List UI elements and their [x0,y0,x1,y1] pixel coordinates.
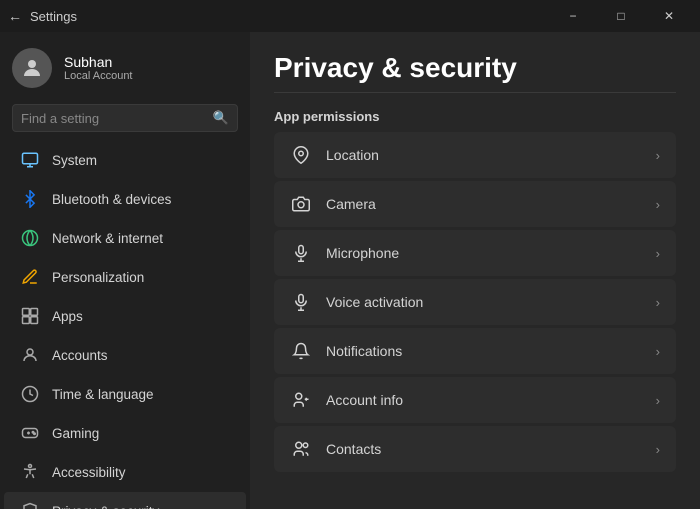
search-input[interactable] [21,111,207,126]
gaming-icon [20,423,40,443]
chevron-camera-icon: › [656,197,660,212]
privacy-icon [20,501,40,509]
sidebar-item-system[interactable]: System [4,141,246,179]
settings-item-left-location: Location [290,144,379,166]
chevron-contacts-icon: › [656,442,660,457]
sidebar: Subhan Local Account 🔍 System Bluetooth … [0,32,250,509]
settings-list: Location › Camera › Microphone › Voice a… [274,132,676,472]
sidebar-item-gaming[interactable]: Gaming [4,414,246,452]
notifications-settings-icon [290,340,312,362]
accounts-icon [20,345,40,365]
section-label: App permissions [274,109,676,124]
settings-item-microphone[interactable]: Microphone › [274,230,676,276]
location-settings-icon [290,144,312,166]
bluetooth-icon [20,189,40,209]
sidebar-item-label-privacy: Privacy & security [52,504,159,509]
accessibility-icon [20,462,40,482]
title-bar-controls: − □ ✕ [550,0,692,32]
title-bar-left: ← Settings [8,8,77,24]
settings-item-voice[interactable]: Voice activation › [274,279,676,325]
nav-list: System Bluetooth & devices Network & int… [0,140,250,509]
sidebar-item-label-bluetooth: Bluetooth & devices [52,192,171,207]
personalization-icon [20,267,40,287]
settings-item-left-accountinfo: Account info [290,389,403,411]
sidebar-item-privacy[interactable]: Privacy & security [4,492,246,509]
sidebar-item-label-gaming: Gaming [52,426,99,441]
page-title: Privacy & security [274,52,676,84]
settings-item-left-voice: Voice activation [290,291,423,313]
profile-subtitle: Local Account [64,70,133,82]
settings-item-left-contacts: Contacts [290,438,381,460]
sidebar-item-label-accessibility: Accessibility [52,465,126,480]
chevron-location-icon: › [656,148,660,163]
profile-info: Subhan Local Account [64,54,133,82]
settings-item-label-notifications: Notifications [326,343,402,359]
camera-settings-icon [290,193,312,215]
sidebar-item-accounts[interactable]: Accounts [4,336,246,374]
back-button[interactable]: ← [8,8,22,24]
sidebar-item-label-accounts: Accounts [52,348,108,363]
chevron-notifications-icon: › [656,344,660,359]
sidebar-item-label-personalization: Personalization [52,270,144,285]
settings-item-label-accountinfo: Account info [326,392,403,408]
system-icon [20,150,40,170]
settings-item-label-camera: Camera [326,196,376,212]
microphone-settings-icon [290,242,312,264]
sidebar-item-apps[interactable]: Apps [4,297,246,335]
chevron-accountinfo-icon: › [656,393,660,408]
settings-item-location[interactable]: Location › [274,132,676,178]
app-body: Subhan Local Account 🔍 System Bluetooth … [0,32,700,509]
apps-icon [20,306,40,326]
profile-name: Subhan [64,54,133,70]
sidebar-item-accessibility[interactable]: Accessibility [4,453,246,491]
sidebar-item-network[interactable]: Network & internet [4,219,246,257]
sidebar-item-label-network: Network & internet [52,231,163,246]
chevron-voice-icon: › [656,295,660,310]
avatar [12,48,52,88]
sidebar-item-time[interactable]: Time & language [4,375,246,413]
close-button[interactable]: ✕ [646,0,692,32]
search-icon: 🔍 [213,110,229,126]
settings-item-left-microphone: Microphone [290,242,399,264]
settings-item-contacts[interactable]: Contacts › [274,426,676,472]
sidebar-item-label-system: System [52,153,97,168]
sidebar-item-label-apps: Apps [52,309,83,324]
content-area: Privacy & security App permissions Locat… [250,32,700,509]
settings-item-left-notifications: Notifications [290,340,402,362]
title-bar: ← Settings − □ ✕ [0,0,700,32]
settings-item-notifications[interactable]: Notifications › [274,328,676,374]
contacts-settings-icon [290,438,312,460]
sidebar-item-personalization[interactable]: Personalization [4,258,246,296]
accountinfo-settings-icon [290,389,312,411]
settings-item-accountinfo[interactable]: Account info › [274,377,676,423]
settings-item-label-microphone: Microphone [326,245,399,261]
settings-item-label-voice: Voice activation [326,294,423,310]
minimize-button[interactable]: − [550,0,596,32]
sidebar-item-label-time: Time & language [52,387,154,402]
settings-item-left-camera: Camera [290,193,376,215]
settings-item-label-contacts: Contacts [326,441,381,457]
settings-item-label-location: Location [326,147,379,163]
chevron-microphone-icon: › [656,246,660,261]
settings-item-camera[interactable]: Camera › [274,181,676,227]
network-icon [20,228,40,248]
time-icon [20,384,40,404]
divider [274,92,676,93]
search-box[interactable]: 🔍 [12,104,238,132]
sidebar-item-bluetooth[interactable]: Bluetooth & devices [4,180,246,218]
maximize-button[interactable]: □ [598,0,644,32]
window-title: Settings [30,9,77,24]
sidebar-profile[interactable]: Subhan Local Account [0,32,250,104]
voice-settings-icon [290,291,312,313]
